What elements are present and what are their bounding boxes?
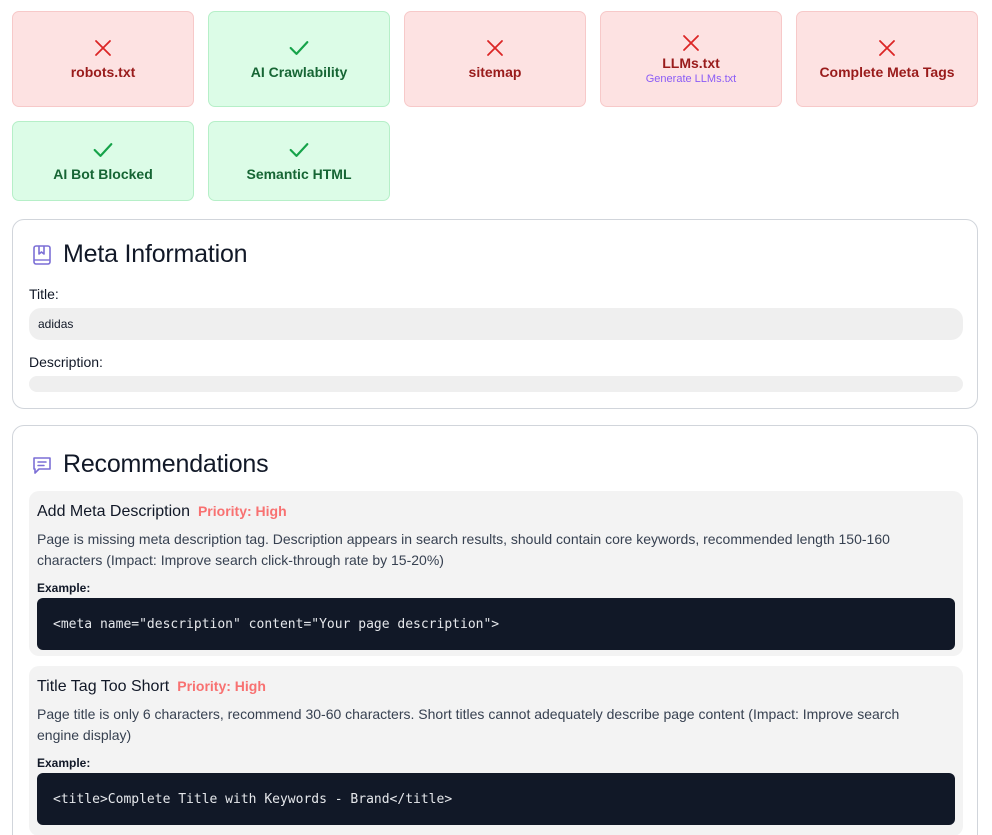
bookmark-book-icon xyxy=(33,244,51,265)
meta-information-panel: Meta Information Title: adidas Descripti… xyxy=(12,219,978,409)
code-example: <title>Complete Title with Keywords - Br… xyxy=(37,773,955,825)
generate-llms-link[interactable]: Generate LLMs.txt xyxy=(646,73,737,85)
check-card-llms: LLMs.txt Generate LLMs.txt xyxy=(600,11,782,107)
check-label: robots.txt xyxy=(70,64,136,80)
example-label: Example: xyxy=(37,581,91,595)
x-icon xyxy=(95,40,111,56)
recommendations-header: Recommendations xyxy=(31,450,269,479)
title-label: Title: xyxy=(29,286,59,302)
check-label: Semantic HTML xyxy=(246,166,352,182)
title-value: adidas xyxy=(29,308,963,340)
panel-title: Recommendations xyxy=(63,450,269,478)
check-label: AI Bot Blocked xyxy=(53,166,153,182)
priority-badge: Priority: High xyxy=(197,503,287,519)
check-icon xyxy=(93,143,113,157)
recommendation-description: Page is missing meta description tag. De… xyxy=(37,531,890,568)
check-label: Complete Meta Tags xyxy=(819,64,955,80)
description-value xyxy=(29,376,963,392)
example-label: Example: xyxy=(37,756,91,770)
seo-report-page: robots.txt AI Crawlability sitemap LLMs.… xyxy=(0,0,992,835)
check-icon xyxy=(289,41,309,55)
meta-information-header: Meta Information xyxy=(31,240,248,269)
description-label: Description: xyxy=(29,354,103,370)
message-square-icon xyxy=(33,456,51,474)
check-icon xyxy=(289,143,309,157)
check-card-robots: robots.txt xyxy=(12,11,194,107)
check-label: LLMs.txt xyxy=(662,55,720,71)
check-label: sitemap xyxy=(468,64,522,80)
recommendations-panel: Recommendations Add Meta Description Pri… xyxy=(12,425,978,835)
recommendation-header: Add Meta Description Priority: High xyxy=(37,503,287,521)
code-example: <meta name="description" content="Your p… xyxy=(37,598,955,650)
x-icon xyxy=(879,40,895,56)
check-card-ai-bot-blocked: AI Bot Blocked xyxy=(12,121,194,201)
recommendation-title: Add Meta Description xyxy=(37,503,190,520)
recommendation-item: Title Tag Too Short Priority: High Page … xyxy=(29,666,963,835)
recommendation-description: Page title is only 6 characters, recomme… xyxy=(37,706,900,743)
x-icon xyxy=(487,40,503,56)
recommendation-header: Title Tag Too Short Priority: High xyxy=(37,678,266,696)
panel-title: Meta Information xyxy=(63,240,248,268)
check-label: AI Crawlability xyxy=(250,64,348,80)
recommendation-item: Add Meta Description Priority: High Page… xyxy=(29,491,963,656)
priority-badge: Priority: High xyxy=(177,678,266,694)
check-card-sitemap: sitemap xyxy=(404,11,586,107)
check-card-meta-tags: Complete Meta Tags xyxy=(796,11,978,107)
recommendation-title: Title Tag Too Short xyxy=(37,678,170,695)
check-card-semantic-html: Semantic HTML xyxy=(208,121,390,201)
check-card-ai-crawlability: AI Crawlability xyxy=(208,11,390,107)
x-icon xyxy=(683,35,699,51)
